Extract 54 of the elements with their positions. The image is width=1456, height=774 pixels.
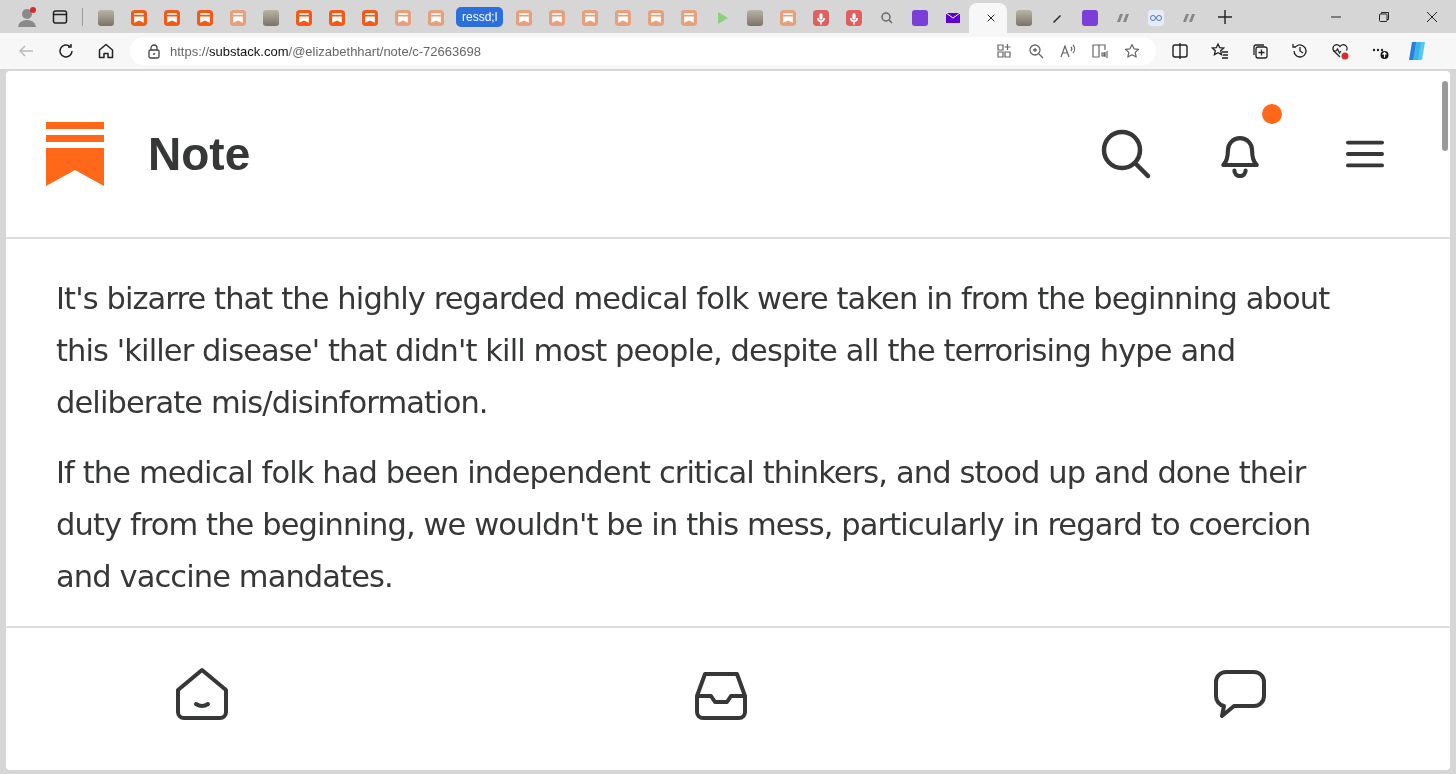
copilot-icon[interactable] xyxy=(1406,40,1428,62)
home-icon[interactable] xyxy=(97,42,115,60)
page-title: Note xyxy=(148,127,251,181)
new-tab-icon[interactable] xyxy=(1217,8,1234,25)
app-grid-icon[interactable] xyxy=(996,43,1012,59)
close-icon[interactable] xyxy=(986,13,997,23)
star-icon[interactable] xyxy=(1124,43,1140,59)
site-favicon-icon xyxy=(1081,10,1098,26)
bookmark-icon xyxy=(130,10,147,26)
bookmark-icon xyxy=(295,10,312,26)
history-icon[interactable] xyxy=(1291,42,1309,60)
note-paragraph: If the medical folk had been independent critical thinkers, and stood up and done their duty from the beginning, we wouldn't be in this mess, particularly in regard to coercion and vaccine mandates. xyxy=(56,454,1312,596)
search-icon[interactable] xyxy=(1100,128,1152,180)
menu-icon[interactable] xyxy=(1346,138,1384,170)
bookmark-icon xyxy=(548,10,565,26)
favorites-icon[interactable] xyxy=(1211,42,1229,60)
collections-icon[interactable] xyxy=(1251,42,1269,60)
bookmark-icon xyxy=(361,10,378,26)
rings-icon xyxy=(1147,10,1164,26)
bookmark-icon xyxy=(515,10,532,26)
microphone-icon xyxy=(845,10,862,26)
bookmark-icon xyxy=(614,10,631,26)
bookmark-icon xyxy=(229,10,246,26)
split-screen-icon[interactable] xyxy=(1171,42,1189,60)
home-icon[interactable] xyxy=(174,666,230,722)
note-paragraph: It's bizarre that the highly regarded medical folk were taken in from the beginning about this 'killer disease' that didn't kill most people, despite all the terrorising hype and deliberate mis/disinformation. xyxy=(56,280,1331,422)
bookmark-icon xyxy=(779,10,796,26)
health-icon[interactable] xyxy=(1331,42,1349,60)
tab-actions-icon[interactable] xyxy=(52,8,68,25)
bookmark-icon xyxy=(328,10,345,26)
bookmark-icon xyxy=(680,10,697,26)
reader-view-icon[interactable] xyxy=(1092,43,1108,59)
bookmark-icon xyxy=(196,10,213,26)
zoom-icon[interactable] xyxy=(1028,43,1044,59)
site-favicon-icon xyxy=(911,10,928,26)
microphone-icon xyxy=(812,10,829,26)
bookmark-icon xyxy=(394,10,411,26)
bookmark-icon xyxy=(163,10,180,26)
mail-icon xyxy=(944,10,961,26)
restore-icon[interactable] xyxy=(1378,10,1390,23)
refresh-icon[interactable] xyxy=(57,42,75,60)
bookmark-icon xyxy=(581,10,598,26)
url-text: https://substack.com/@elizabethhart/note/c-72663698 xyxy=(170,43,481,59)
bookmark-icon xyxy=(427,10,444,26)
profile-icon[interactable] xyxy=(16,5,38,28)
read-aloud-icon[interactable] xyxy=(1060,43,1076,59)
address-bar[interactable]: https://substack.com/@elizabethhart/note/c-72663698 xyxy=(130,37,1156,65)
tab-group-label[interactable]: ressd;l xyxy=(456,6,504,27)
substack-logo-icon[interactable] xyxy=(46,122,104,186)
scrollbar-thumb[interactable] xyxy=(1442,81,1448,151)
close-icon[interactable] xyxy=(1426,10,1438,23)
lock-icon[interactable] xyxy=(146,43,162,59)
search-icon xyxy=(878,10,895,26)
bookmark-icon xyxy=(647,10,664,26)
